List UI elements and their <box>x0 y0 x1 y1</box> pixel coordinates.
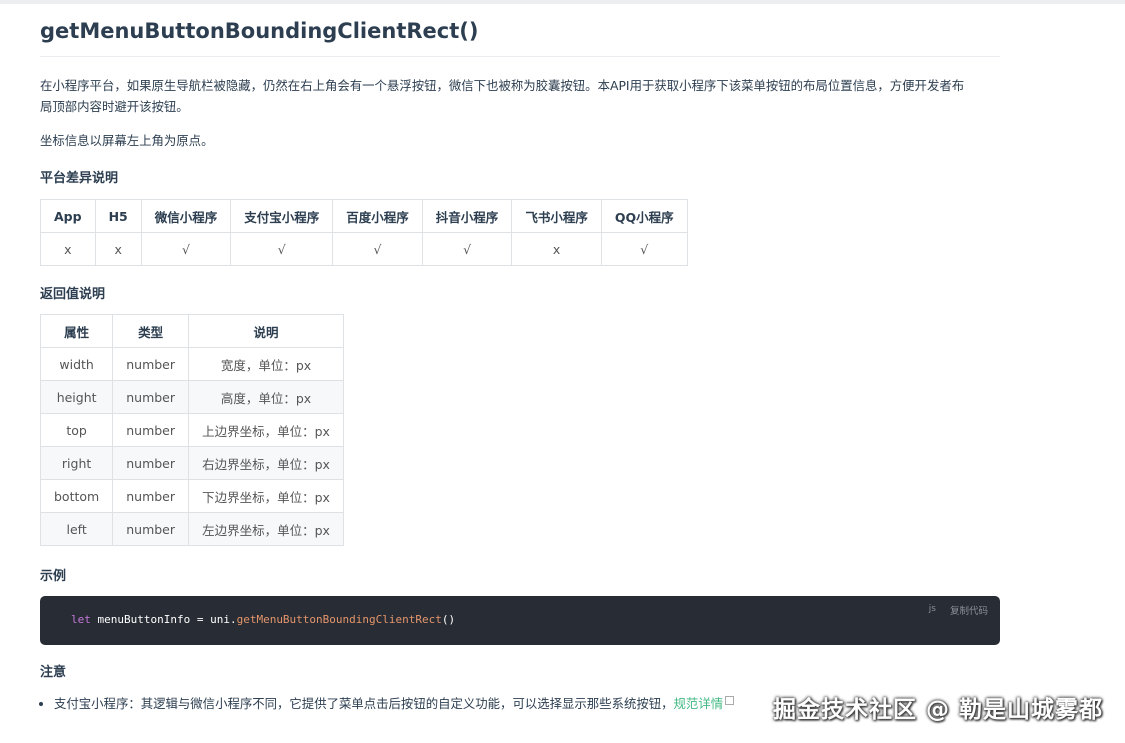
code-tail: () <box>441 613 456 626</box>
desc-cell: 右边界坐标，单位：px <box>188 446 345 480</box>
platform-col: 飞书小程序 <box>511 199 602 233</box>
return-table: 属性 类型 说明 width number 宽度，单位：px height nu… <box>39 314 345 546</box>
support-cell: x <box>511 232 602 266</box>
support-cell: x <box>94 232 142 266</box>
spec-details-link[interactable]: 规范详情 <box>674 696 724 711</box>
platform-col: QQ小程序 <box>600 199 688 233</box>
support-cell: √ <box>332 232 423 266</box>
attr-cell: bottom <box>39 479 114 513</box>
platform-col: H5 <box>94 199 142 233</box>
attr-cell: right <box>39 446 114 480</box>
col-desc: 说明 <box>188 314 345 348</box>
col-type: 类型 <box>112 314 190 348</box>
example-heading: 示例 <box>40 569 67 584</box>
page-title: getMenuButtonBoundingClientRect() <box>40 16 1000 57</box>
platform-col: 抖音小程序 <box>421 199 513 233</box>
support-cell: √ <box>140 232 232 266</box>
table-row: bottom number 下边界坐标，单位：px <box>39 479 345 513</box>
return-heading: 返回值说明 <box>40 287 106 302</box>
intro-line-1: 在小程序平台，如果原生导航栏被隐藏，仍然在右上角会有一个悬浮按钮，微信下也被称为… <box>40 78 965 93</box>
table-row: width number 宽度，单位：px <box>39 347 345 381</box>
note-heading: 注意 <box>40 665 67 680</box>
code-block: let menuButtonInfo = uni.getMenuButtonBo… <box>40 596 1000 645</box>
desc-cell: 上边界坐标，单位：px <box>188 413 345 447</box>
support-cell: x <box>40 232 96 266</box>
platform-col: 百度小程序 <box>332 199 423 233</box>
desc-cell: 高度，单位：px <box>188 380 345 414</box>
support-cell: √ <box>600 232 688 266</box>
support-cell: √ <box>230 232 334 266</box>
platform-col: 微信小程序 <box>140 199 232 233</box>
support-cell: √ <box>421 232 513 266</box>
type-cell: number <box>112 512 190 546</box>
code-function: getMenuButtonBoundingClientRect <box>236 613 442 626</box>
type-cell: number <box>112 446 190 480</box>
code-var: menuButtonInfo = uni. <box>90 613 237 626</box>
attr-cell: width <box>39 347 114 381</box>
code-lang-label: js <box>928 604 936 614</box>
intro-paragraph: 在小程序平台，如果原生导航栏被隐藏，仍然在右上角会有一个悬浮按钮，微信下也被称为… <box>40 75 964 117</box>
platform-table: App H5 微信小程序 支付宝小程序 百度小程序 抖音小程序 飞书小程序 QQ… <box>40 199 688 266</box>
copy-code-button[interactable]: 复制代码 <box>950 603 988 617</box>
top-border <box>0 0 1125 4</box>
platform-col: App <box>40 199 96 233</box>
note-list: 支付宝小程序：其逻辑与微信小程序不同，它提供了菜单点击后按钮的自定义功能，可以选… <box>40 694 735 714</box>
desc-cell: 宽度，单位：px <box>188 347 345 381</box>
type-cell: number <box>112 413 190 447</box>
code-keyword: let <box>71 613 91 626</box>
intro-line-2: 局顶部内容时避开该按钮。 <box>40 99 189 114</box>
list-item: 支付宝小程序：其逻辑与微信小程序不同，它提供了菜单点击后按钮的自定义功能，可以选… <box>54 694 735 714</box>
attr-cell: top <box>39 413 114 447</box>
platform-header-row: App H5 微信小程序 支付宝小程序 百度小程序 抖音小程序 飞书小程序 QQ… <box>40 199 688 233</box>
type-cell: number <box>112 479 190 513</box>
table-row: top number 上边界坐标，单位：px <box>39 413 345 447</box>
type-cell: number <box>112 347 190 381</box>
table-row: height number 高度，单位：px <box>39 380 345 414</box>
platform-col: 支付宝小程序 <box>230 199 334 233</box>
desc-cell: 下边界坐标，单位：px <box>188 479 345 513</box>
attr-cell: left <box>39 512 114 546</box>
table-row: left number 左边界坐标，单位：px <box>39 512 345 546</box>
external-link-icon <box>725 696 735 705</box>
note-text: 支付宝小程序：其逻辑与微信小程序不同，它提供了菜单点击后按钮的自定义功能，可以选… <box>54 696 674 711</box>
attr-cell: height <box>39 380 114 414</box>
return-header-row: 属性 类型 说明 <box>39 314 345 348</box>
coord-note: 坐标信息以屏幕左上角为原点。 <box>40 133 214 148</box>
table-row: right number 右边界坐标，单位：px <box>39 446 345 480</box>
watermark: 掘金技术社区 @ 勒是山城雾都 <box>772 697 1103 723</box>
col-attr: 属性 <box>39 314 114 348</box>
platform-heading: 平台差异说明 <box>40 171 119 186</box>
code-line: let menuButtonInfo = uni.getMenuButtonBo… <box>71 613 455 626</box>
desc-cell: 左边界坐标，单位：px <box>188 512 345 546</box>
type-cell: number <box>112 380 190 414</box>
platform-support-row: x x √ √ √ √ x √ <box>40 232 688 266</box>
